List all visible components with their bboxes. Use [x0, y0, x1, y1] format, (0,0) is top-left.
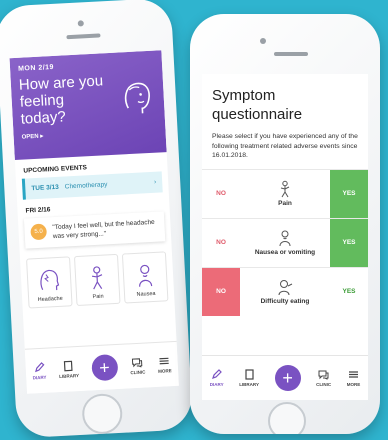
- tab-bar: DIARY LIBRARY + CLINIC MORE: [202, 355, 368, 400]
- symptom-label: Headache: [37, 295, 63, 304]
- question-row-difficulty-eating: NO Difficulty eating YES: [202, 266, 368, 316]
- front-camera: [77, 20, 84, 27]
- tab-label: DIARY: [209, 382, 224, 387]
- home-button[interactable]: [81, 392, 124, 435]
- speaker: [274, 52, 308, 56]
- tab-diary[interactable]: DIARY: [210, 369, 224, 387]
- tab-bar: DIARY LIBRARY + CLINIC MORE: [24, 340, 179, 394]
- front-camera: [260, 38, 266, 44]
- face-icon: [124, 82, 150, 114]
- question-label: Nausea or vomiting: [254, 249, 316, 256]
- symptom-card-nausea[interactable]: Nausea: [121, 251, 169, 304]
- add-button[interactable]: +: [90, 353, 119, 382]
- phone-left: MON 2/19 How are you feeling today? OPEN…: [0, 0, 194, 439]
- symptom-label: Nausea: [136, 290, 156, 298]
- symptom-card-pain[interactable]: Pain: [73, 253, 121, 307]
- yes-button[interactable]: YES: [330, 169, 368, 218]
- tab-label: DIARY: [32, 374, 47, 381]
- tab-label: MORE: [346, 382, 361, 387]
- question-label: Difficulty eating: [260, 298, 310, 305]
- no-button[interactable]: NO: [202, 267, 240, 316]
- pencil-icon: [212, 369, 223, 379]
- question-row-pain: NO Pain YES: [202, 168, 368, 218]
- question-label-cell: Difficulty eating: [240, 268, 330, 316]
- no-button[interactable]: NO: [202, 218, 240, 267]
- symptom-cards: Headache Pain Nausea: [20, 241, 175, 309]
- menu-icon: [159, 357, 170, 365]
- pain-icon: [91, 266, 103, 290]
- tab-label: CLINIC: [316, 382, 332, 387]
- pencil-icon: [34, 362, 45, 373]
- pain-icon: [280, 180, 290, 198]
- tab-label: LIBRARY: [59, 373, 80, 380]
- question-label-cell: Nausea or vomiting: [240, 219, 330, 267]
- tab-label: MORE: [158, 368, 172, 374]
- tab-clinic[interactable]: CLINIC: [130, 357, 146, 376]
- speaker: [66, 33, 101, 40]
- tab-label: CLINIC: [130, 369, 146, 376]
- tab-library[interactable]: LIBRARY: [58, 360, 79, 379]
- home-button[interactable]: [268, 402, 306, 434]
- add-button[interactable]: +: [274, 365, 301, 391]
- mood-question: How are you feeling today?: [18, 72, 104, 128]
- yes-button[interactable]: YES: [330, 267, 368, 316]
- menu-icon: [348, 371, 358, 378]
- tab-clinic[interactable]: CLINIC: [316, 369, 331, 387]
- book-icon: [245, 369, 254, 380]
- open-button[interactable]: OPEN ▸: [21, 127, 157, 141]
- tab-library[interactable]: LIBRARY: [239, 369, 259, 387]
- tab-label: LIBRARY: [239, 382, 260, 387]
- nausea-icon: [139, 264, 153, 287]
- event-name: Chemotherapy: [64, 181, 108, 191]
- entry-quote: "Today I feel well, but the headache was…: [52, 218, 155, 241]
- tab-more[interactable]: MORE: [346, 369, 361, 387]
- symptom-card-headache[interactable]: Headache: [26, 256, 73, 309]
- mood-prompt-card[interactable]: MON 2/19 How are you feeling today? OPEN…: [9, 50, 167, 161]
- tab-diary[interactable]: DIARY: [32, 362, 47, 381]
- question-label-cell: Pain: [240, 170, 330, 218]
- tab-more[interactable]: MORE: [157, 355, 172, 374]
- symptom-label: Pain: [92, 293, 104, 301]
- question-row-nausea: NO Nausea or vomiting YES: [202, 217, 368, 267]
- no-button[interactable]: NO: [202, 169, 240, 218]
- diary-screen: MON 2/19 How are you feeling today? OPEN…: [9, 50, 179, 394]
- book-icon: [64, 360, 73, 372]
- event-date: TUE 3/13: [31, 183, 59, 193]
- yes-button[interactable]: YES: [330, 218, 368, 267]
- mood-score-badge: 5.0: [30, 223, 48, 241]
- instructions-text: Please select if you have experienced an…: [212, 133, 358, 159]
- question-label: Pain: [278, 200, 292, 207]
- hero-date: MON 2/19: [17, 63, 55, 73]
- chat-icon: [132, 358, 143, 368]
- difficulty-eating-icon: [278, 280, 293, 296]
- nausea-icon: [279, 230, 291, 247]
- chevron-right-icon: ›: [153, 178, 157, 186]
- questionnaire-screen: Symptom questionnaire Please select if y…: [202, 74, 368, 400]
- chat-icon: [318, 370, 329, 380]
- headache-icon: [40, 269, 60, 291]
- phone-right: Symptom questionnaire Please select if y…: [190, 14, 380, 434]
- page-title: Symptom questionnaire: [212, 87, 303, 123]
